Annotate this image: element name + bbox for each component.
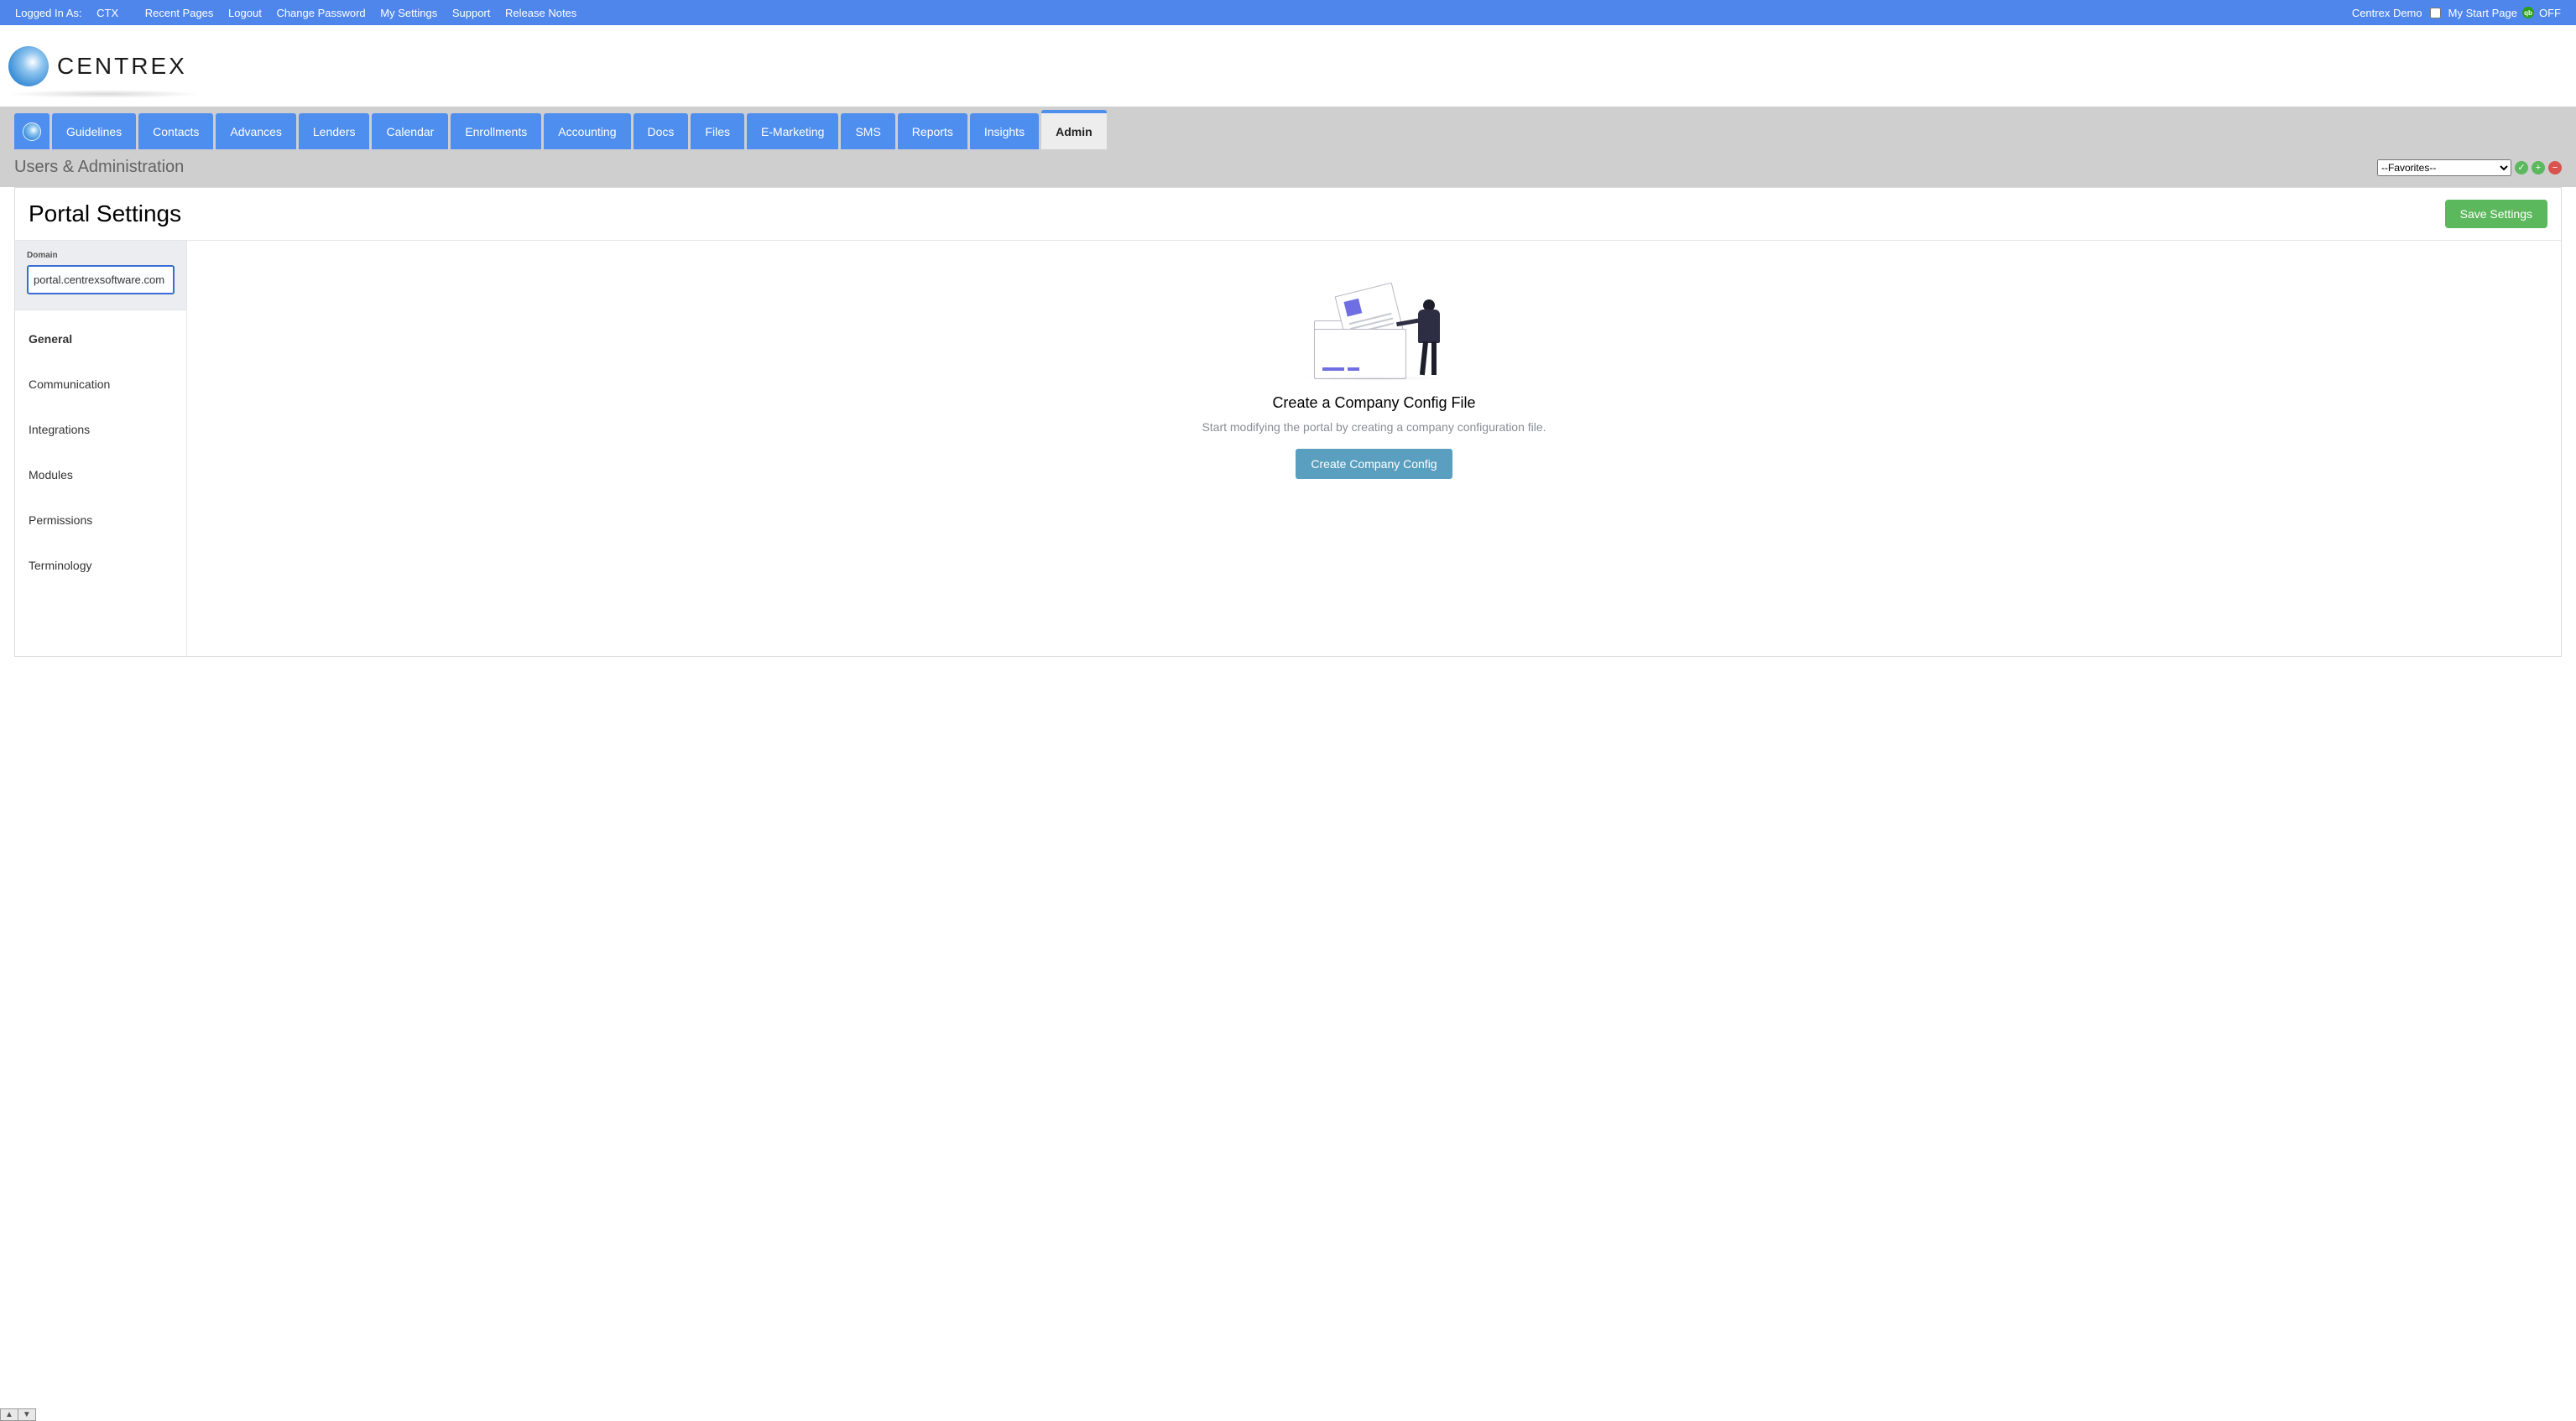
nav-tab-emarketing[interactable]: E-Marketing	[747, 113, 838, 149]
nav-tab-lenders[interactable]: Lenders	[299, 113, 370, 149]
main-nav: Guidelines Contacts Advances Lenders Cal…	[0, 107, 2576, 149]
settings-nav-list: General Communication Integrations Modul…	[15, 310, 186, 594]
home-swirl-icon	[23, 122, 41, 141]
topbar-link-change-password[interactable]: Change Password	[276, 7, 365, 19]
favorite-add-icon[interactable]: +	[2532, 161, 2545, 174]
side-item-terminology[interactable]: Terminology	[15, 549, 186, 582]
brand-name: CENTREX	[57, 53, 187, 80]
side-item-permissions[interactable]: Permissions	[15, 503, 186, 537]
start-page-checkbox[interactable]	[2430, 8, 2441, 18]
save-settings-button[interactable]: Save Settings	[2445, 200, 2547, 228]
domain-label: Domain	[27, 251, 175, 260]
topbar-link-my-settings[interactable]: My Settings	[380, 7, 437, 19]
empty-state-heading: Create a Company Config File	[1272, 394, 1475, 412]
logged-in-label: Logged In As: CTX	[15, 7, 130, 19]
favorite-check-icon[interactable]: ✓	[2515, 161, 2528, 174]
brand-swirl-icon	[8, 46, 49, 86]
demo-label: Centrex Demo	[2352, 7, 2422, 19]
side-item-communication[interactable]: Communication	[15, 367, 186, 401]
favorite-remove-icon[interactable]: −	[2548, 161, 2562, 174]
side-item-modules[interactable]: Modules	[15, 458, 186, 492]
settings-content: Create a Company Config File Start modif…	[187, 241, 2561, 656]
brand-shadow	[8, 90, 201, 98]
nav-tab-docs[interactable]: Docs	[634, 113, 689, 149]
empty-state-illustration	[1299, 283, 1450, 379]
settings-sidebar: Domain General Communication Integration…	[15, 241, 187, 656]
domain-input[interactable]	[27, 265, 175, 294]
page-title: Users & Administration	[14, 158, 184, 177]
panel-title: Portal Settings	[29, 200, 181, 227]
nav-tab-contacts[interactable]: Contacts	[138, 113, 213, 149]
top-bar: Logged In As: CTX Recent Pages Logout Ch…	[0, 0, 2576, 25]
nav-tab-home[interactable]	[14, 113, 50, 149]
footer-scroll-controls: ▲ ▼	[0, 1408, 36, 1421]
nav-tab-guidelines[interactable]: Guidelines	[52, 113, 136, 149]
panel-body: Domain General Communication Integration…	[15, 241, 2561, 656]
topbar-link-recent-pages[interactable]: Recent Pages	[145, 7, 214, 19]
start-page-label: My Start Page	[2448, 7, 2517, 19]
topbar-link-logout[interactable]: Logout	[228, 7, 262, 19]
favorites-select[interactable]: --Favorites--	[2377, 159, 2511, 176]
quickbooks-icon[interactable]: qb	[2522, 7, 2534, 18]
sub-header-actions: --Favorites-- ✓ + −	[2377, 159, 2562, 176]
empty-state-description: Start modifying the portal by creating a…	[1202, 420, 1546, 434]
top-bar-left: Logged In As: CTX Recent Pages Logout Ch…	[15, 7, 588, 19]
top-bar-right: Centrex Demo My Start Page qb OFF	[2352, 7, 2561, 19]
logo-area: CENTREX	[0, 25, 2576, 107]
side-item-integrations[interactable]: Integrations	[15, 413, 186, 446]
nav-tab-calendar[interactable]: Calendar	[372, 113, 448, 149]
nav-tab-insights[interactable]: Insights	[970, 113, 1039, 149]
nav-tab-reports[interactable]: Reports	[898, 113, 967, 149]
side-item-general[interactable]: General	[15, 322, 186, 356]
qb-state-label: OFF	[2539, 7, 2561, 19]
create-company-config-button[interactable]: Create Company Config	[1296, 449, 1452, 479]
scroll-down-icon[interactable]: ▼	[18, 1409, 35, 1420]
panel-header: Portal Settings Save Settings	[15, 188, 2561, 241]
domain-block: Domain	[15, 241, 186, 310]
nav-tab-files[interactable]: Files	[691, 113, 744, 149]
nav-tab-advances[interactable]: Advances	[216, 113, 295, 149]
nav-tab-admin[interactable]: Admin	[1041, 110, 1107, 149]
nav-tab-sms[interactable]: SMS	[841, 113, 894, 149]
sub-header: Users & Administration --Favorites-- ✓ +…	[0, 149, 2576, 187]
scroll-up-icon[interactable]: ▲	[1, 1409, 18, 1420]
settings-panel: Portal Settings Save Settings Domain Gen…	[14, 187, 2562, 657]
nav-tab-enrollments[interactable]: Enrollments	[451, 113, 541, 149]
topbar-link-support[interactable]: Support	[452, 7, 491, 19]
nav-tab-accounting[interactable]: Accounting	[544, 113, 630, 149]
topbar-link-release-notes[interactable]: Release Notes	[505, 7, 576, 19]
